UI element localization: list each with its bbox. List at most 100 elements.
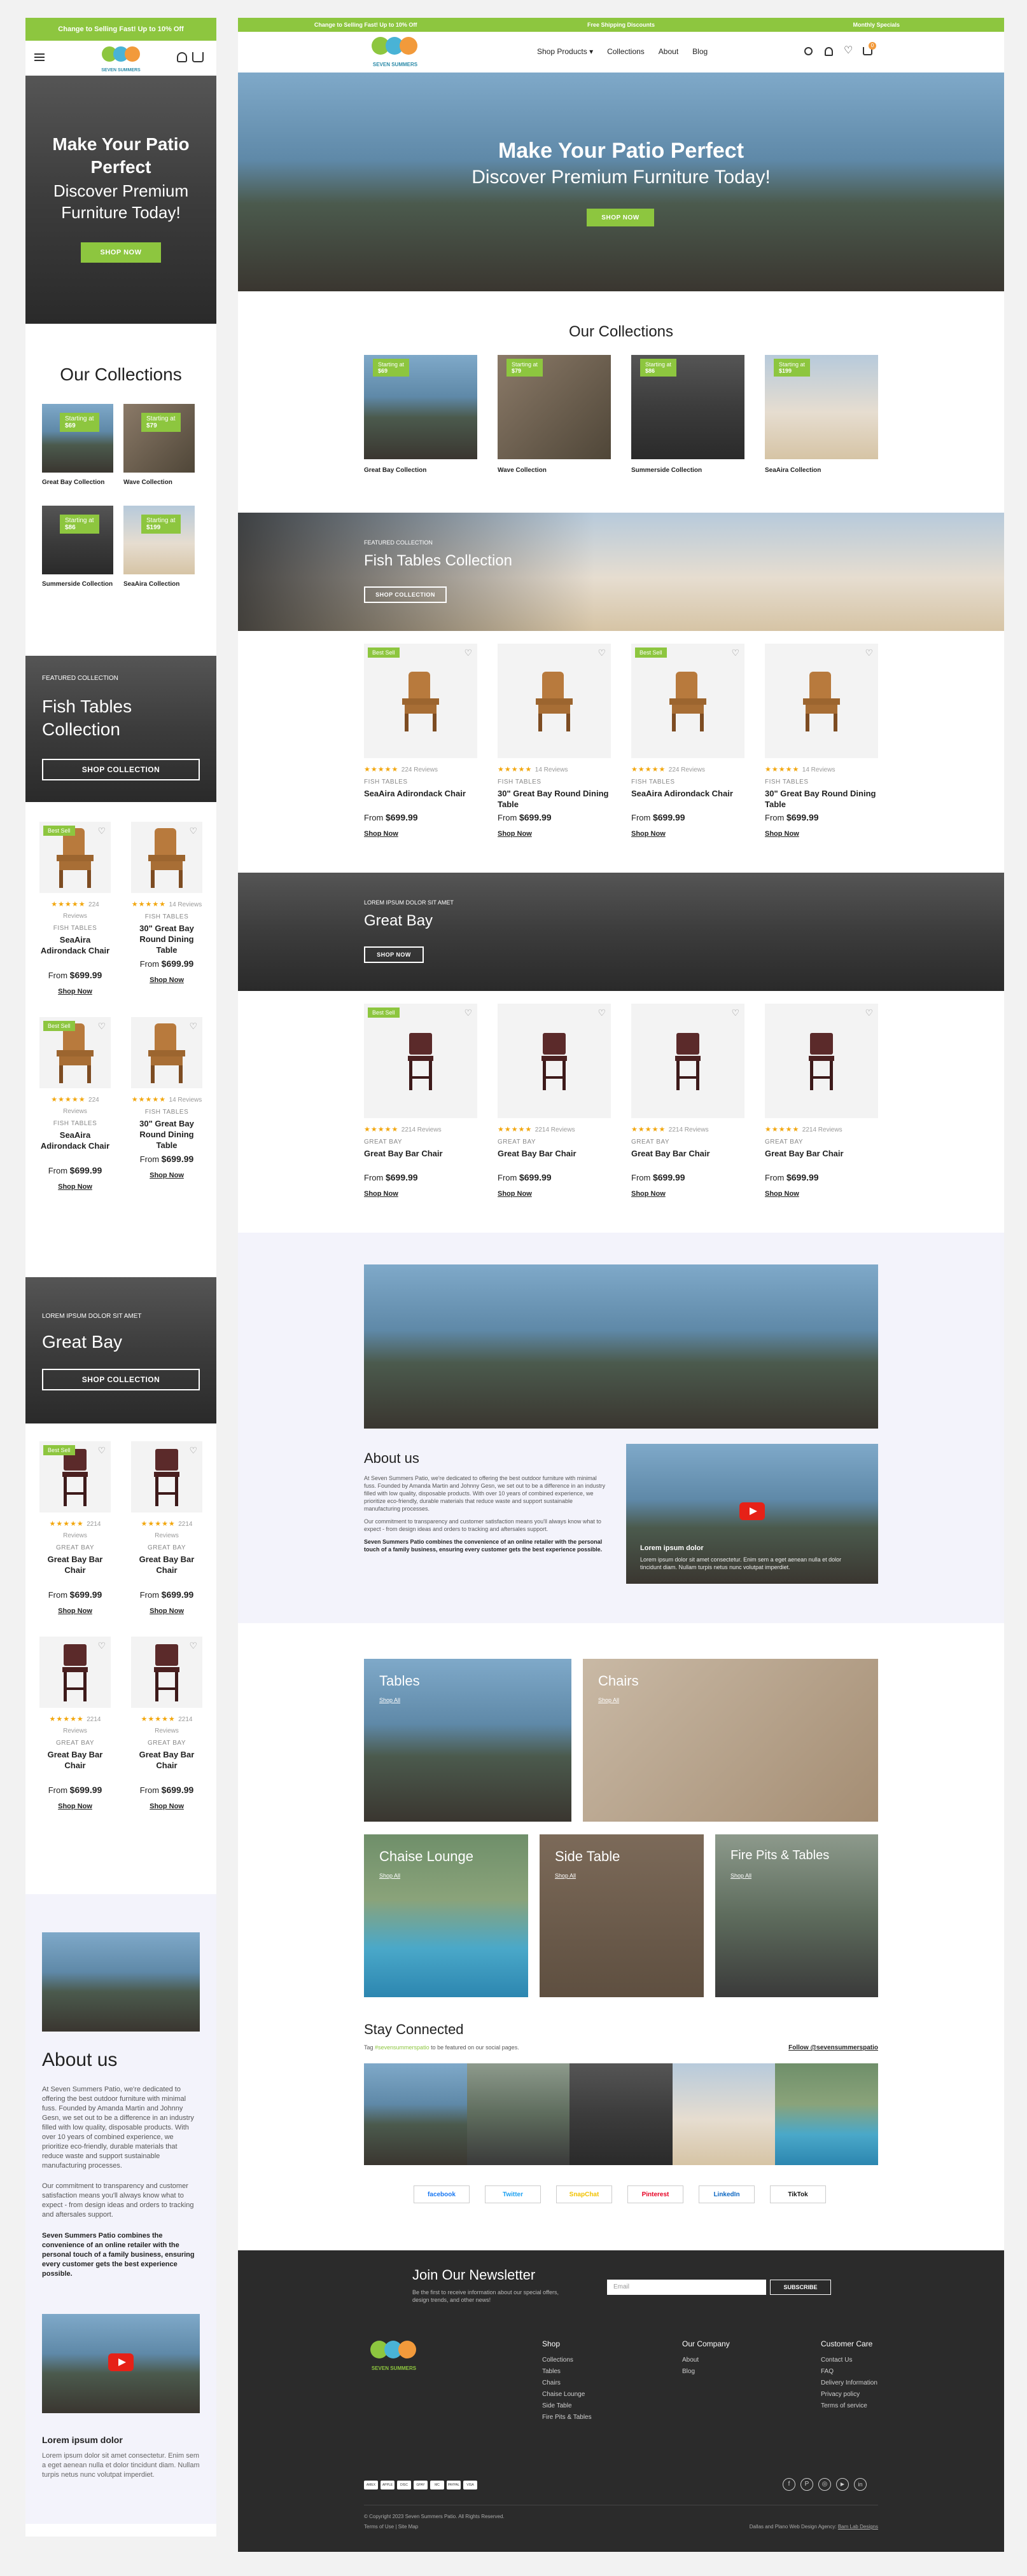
wishlist-icon[interactable]: ♡ xyxy=(844,44,853,57)
category-tile-fire-pits[interactable]: Fire Pits & Tables Shop All xyxy=(715,1834,878,1997)
wishlist-heart-icon[interactable]: ♡ xyxy=(189,1021,197,1032)
promo-link[interactable]: Change to Selling Fast! Up to 10% Off xyxy=(238,22,493,28)
product-name[interactable]: SeaAira Adirondack Chair xyxy=(39,934,111,967)
shop-now-link[interactable]: Shop Now xyxy=(39,1183,111,1191)
product-image[interactable]: ♡ xyxy=(39,1637,111,1708)
collection-card[interactable]: Starting at $69 Great Bay Collection xyxy=(364,355,477,474)
product-name[interactable]: Great Bay Bar Chair xyxy=(498,1148,611,1170)
product-name[interactable]: SeaAira Adirondack Chair xyxy=(631,788,744,810)
product-name[interactable]: Great Bay Bar Chair xyxy=(39,1554,111,1587)
mobile-collection-card[interactable]: Starting at $79 Wave Collection xyxy=(123,404,195,486)
footer-link[interactable]: Tables xyxy=(542,2366,592,2378)
product-card[interactable]: ♡ ★★★★★ 14 Reviews FISH TABLES 30" Great… xyxy=(498,644,611,838)
social-button-facebook[interactable]: facebook xyxy=(414,2185,470,2203)
product-name[interactable]: Great Bay Bar Chair xyxy=(39,1749,111,1782)
product-image[interactable]: Best Sell ♡ xyxy=(39,1017,111,1088)
mobile-logo[interactable]: SEVEN SUMMERS xyxy=(97,45,145,73)
cart-icon[interactable] xyxy=(192,52,204,62)
wishlist-heart-icon[interactable]: ♡ xyxy=(97,1021,106,1032)
hero-shop-now-button[interactable]: SHOP NOW xyxy=(587,209,654,226)
wishlist-heart-icon[interactable]: ♡ xyxy=(731,1008,739,1018)
collection-name[interactable]: Summerside Collection xyxy=(631,467,744,474)
product-name[interactable]: SeaAira Adirondack Chair xyxy=(39,1130,111,1163)
wishlist-heart-icon[interactable]: ♡ xyxy=(189,1640,197,1651)
account-icon[interactable] xyxy=(177,52,187,62)
instagram-photo[interactable] xyxy=(466,2063,570,2165)
mobile-collection-card[interactable]: Starting at $199 SeaAira Collection xyxy=(123,506,195,588)
product-card[interactable]: ♡ ★★★★★ 2214 Reviews GREAT BAY Great Bay… xyxy=(765,1004,878,1198)
footer-link[interactable]: Contact Us xyxy=(821,2355,877,2366)
product-name[interactable]: 30" Great Bay Round Dining Table xyxy=(131,923,202,956)
product-image[interactable]: ♡ xyxy=(131,1637,202,1708)
category-tile-side-table[interactable]: Side Table Shop All xyxy=(540,1834,704,1997)
mobile-collection-card[interactable]: Starting at $69 Great Bay Collection xyxy=(42,404,113,486)
instagram-icon[interactable]: ◎ xyxy=(818,2478,831,2491)
mobile-shop-now-button[interactable]: SHOP NOW xyxy=(81,242,161,263)
wishlist-heart-icon[interactable]: ♡ xyxy=(865,1008,873,1018)
newsletter-email-input[interactable]: Email xyxy=(607,2280,766,2295)
product-name[interactable]: 30" Great Bay Round Dining Table xyxy=(131,1118,202,1151)
mobile-shop-collection-button[interactable]: SHOP COLLECTION xyxy=(42,759,200,780)
social-handle-link[interactable]: #sevensummerspatio xyxy=(375,2044,430,2051)
shop-now-link[interactable]: Shop Now xyxy=(765,830,878,838)
linkedin-icon[interactable]: in xyxy=(854,2478,867,2491)
product-card[interactable]: Best Sell ♡ ★★★★★ 2214 Reviews GREAT BAY… xyxy=(364,1004,477,1198)
wishlist-heart-icon[interactable]: ♡ xyxy=(464,1008,472,1018)
social-button-snapchat[interactable]: SnapChat xyxy=(556,2185,612,2203)
footer-link[interactable]: About xyxy=(682,2355,730,2366)
greatbay-shop-now-button[interactable]: SHOP NOW xyxy=(364,946,424,963)
wishlist-heart-icon[interactable]: ♡ xyxy=(189,826,197,836)
pinterest-icon[interactable]: P xyxy=(800,2478,813,2491)
wishlist-heart-icon[interactable]: ♡ xyxy=(865,647,873,658)
play-icon[interactable] xyxy=(108,2353,134,2371)
mobile-greatbay-button[interactable]: SHOP COLLECTION xyxy=(42,1369,200,1390)
social-button-linkedin[interactable]: LinkedIn xyxy=(699,2185,755,2203)
shop-now-link[interactable]: Shop Now xyxy=(498,830,611,838)
collection-name[interactable]: Summerside Collection xyxy=(42,581,113,588)
category-shop-all[interactable]: Shop All xyxy=(598,1697,619,1703)
product-name[interactable]: Great Bay Bar Chair xyxy=(364,1148,477,1170)
follow-link[interactable]: Follow @sevensummerspatio xyxy=(788,2044,878,2051)
nav-about[interactable]: About xyxy=(659,47,678,56)
search-icon[interactable] xyxy=(804,47,813,55)
shop-collection-button[interactable]: SHOP COLLECTION xyxy=(364,586,447,603)
site-logo[interactable]: SEVEN SUMMERS xyxy=(365,34,425,70)
cart-icon[interactable]: 0 xyxy=(863,42,876,55)
shop-now-link[interactable]: Shop Now xyxy=(631,830,744,838)
category-shop-all[interactable]: Shop All xyxy=(555,1873,576,1879)
collection-card[interactable]: Starting at $199 SeaAira Collection xyxy=(765,355,878,474)
collection-name[interactable]: SeaAira Collection xyxy=(123,581,195,588)
collection-name[interactable]: Wave Collection xyxy=(498,467,611,474)
nav-collections[interactable]: Collections xyxy=(607,47,645,56)
subscribe-button[interactable]: SUBSCRIBE xyxy=(770,2280,831,2295)
product-card[interactable]: ♡ ★★★★★ 2214 Reviews GREAT BAY Great Bay… xyxy=(498,1004,611,1198)
mobile-collection-card[interactable]: Starting at $86 Summerside Collection xyxy=(42,506,113,588)
product-name[interactable]: Great Bay Bar Chair xyxy=(631,1148,744,1170)
category-tile-chaise-lounge[interactable]: Chaise Lounge Shop All xyxy=(364,1834,528,1997)
category-tile-tables[interactable]: Tables Shop All xyxy=(364,1659,571,1822)
shop-now-link[interactable]: Shop Now xyxy=(131,976,202,984)
collection-card[interactable]: Starting at $86 Summerside Collection xyxy=(631,355,744,474)
product-card[interactable]: ♡ ★★★★★ 14 Reviews FISH TABLES 30" Great… xyxy=(131,822,202,995)
product-card[interactable]: ♡ ★★★★★ 14 Reviews FISH TABLES 30" Great… xyxy=(765,644,878,838)
sitemap-link[interactable]: Site Map xyxy=(398,2524,419,2530)
category-tile-chairs[interactable]: Chairs Shop All xyxy=(583,1659,878,1822)
footer-link[interactable]: Collections xyxy=(542,2355,592,2366)
product-card[interactable]: Best Sell ♡ ★★★★★ 224 Reviews FISH TABLE… xyxy=(39,1017,111,1191)
shop-now-link[interactable]: Shop Now xyxy=(131,1803,202,1810)
footer-link[interactable]: Fire Pits & Tables xyxy=(542,2412,592,2423)
wishlist-heart-icon[interactable]: ♡ xyxy=(97,826,106,836)
shop-now-link[interactable]: Shop Now xyxy=(498,1190,611,1198)
wishlist-heart-icon[interactable]: ♡ xyxy=(97,1640,106,1651)
collection-name[interactable]: SeaAira Collection xyxy=(765,467,878,474)
product-image[interactable]: ♡ xyxy=(498,644,611,758)
product-image[interactable]: ♡ xyxy=(765,644,878,758)
nav-blog[interactable]: Blog xyxy=(692,47,708,56)
product-card[interactable]: ♡ ★★★★★ 2214 Reviews GREAT BAY Great Bay… xyxy=(631,1004,744,1198)
footer-link[interactable]: Chaise Lounge xyxy=(542,2389,592,2400)
wishlist-heart-icon[interactable]: ♡ xyxy=(189,1445,197,1456)
nav-shop-products[interactable]: Shop Products ▾ xyxy=(537,47,593,56)
shipping-link[interactable]: Free Shipping Discounts xyxy=(493,22,748,28)
shop-now-link[interactable]: Shop Now xyxy=(131,1172,202,1179)
category-shop-all[interactable]: Shop All xyxy=(379,1697,400,1703)
